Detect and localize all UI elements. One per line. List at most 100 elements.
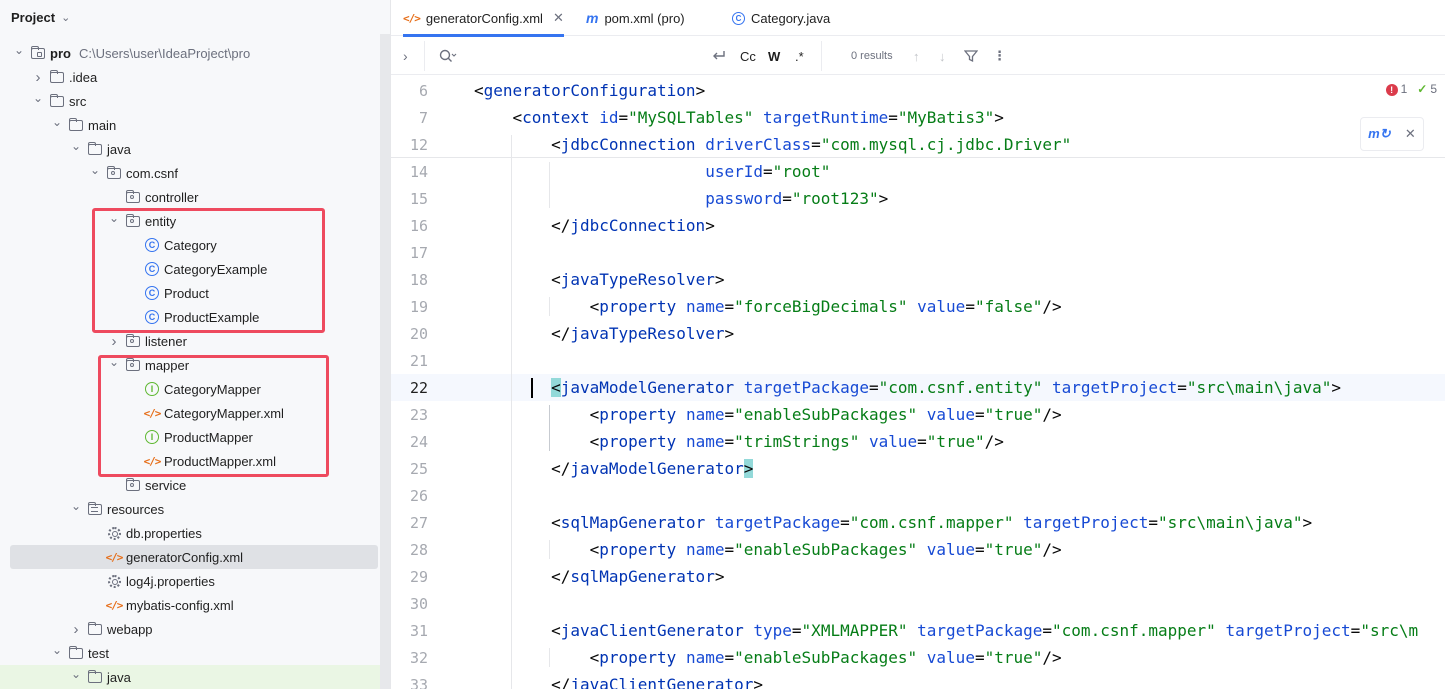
search-input[interactable] — [463, 45, 703, 67]
close-icon[interactable]: ✕ — [553, 10, 564, 26]
indent-guide — [549, 297, 551, 316]
folder-icon — [68, 117, 84, 133]
tree-item[interactable]: ⌄ main — [0, 113, 380, 137]
arrow-down-icon[interactable]: ↓ — [939, 37, 946, 75]
project-view-selector[interactable]: Project ⌄ — [0, 0, 390, 34]
editor-area: </> generatorConfig.xml ✕ m pom.xml (pro… — [391, 0, 1445, 689]
arrow-up-icon[interactable]: ↑ — [913, 37, 920, 75]
tree-item[interactable]: ⌄ com.csnf — [0, 161, 380, 185]
class-icon: C — [144, 261, 160, 277]
chevron-right-icon[interactable]: › — [107, 333, 121, 350]
chevron-down-icon[interactable]: ⌄ — [88, 164, 102, 176]
tab-pom-xml[interactable]: m pom.xml (pro) — [586, 0, 685, 36]
tree-item[interactable]: ⌄ java — [0, 665, 380, 689]
code-line[interactable]: 12 <jdbcConnection driverClass="com.mysq… — [391, 131, 1445, 158]
tree-item[interactable]: ⌄ java — [0, 137, 380, 161]
tree-item[interactable]: › webapp — [0, 617, 380, 641]
tree-item[interactable]: › listener — [0, 329, 380, 353]
more-options-icon[interactable]: ⋮ — [993, 37, 1006, 75]
package-icon — [125, 477, 141, 493]
whole-words-button[interactable]: W — [768, 37, 780, 75]
code-line[interactable]: 16 </jdbcConnection> — [391, 212, 1445, 239]
folder-icon — [68, 645, 84, 661]
code-text: <property name="forceBigDecimals" value=… — [589, 297, 1062, 316]
chevron-down-icon[interactable]: ⌄ — [69, 140, 83, 152]
interface-icon: I — [144, 429, 160, 445]
indent-guide — [549, 540, 551, 559]
chevron-down-icon[interactable]: ⌄ — [107, 212, 121, 224]
tree-item[interactable]: ›</>mybatis-config.xml — [0, 593, 380, 617]
tree-item[interactable]: ›</>generatorConfig.xml — [10, 545, 378, 569]
code-line[interactable]: 27 <sqlMapGenerator targetPackage="com.c… — [391, 509, 1445, 536]
tree-item[interactable]: ⌄ test — [0, 641, 380, 665]
package-icon — [125, 357, 141, 373]
code-line[interactable]: 7 <context id="MySQLTables" targetRuntim… — [391, 104, 1445, 131]
tree-item[interactable]: ›CProduct — [0, 281, 380, 305]
tree-item[interactable]: ⌄ mapper — [0, 353, 380, 377]
new-line-icon[interactable] — [711, 37, 727, 75]
line-number: 7 — [418, 108, 428, 127]
tree-item[interactable]: ›ICategoryMapper — [0, 377, 380, 401]
chevron-down-icon[interactable]: ⌄ — [69, 500, 83, 512]
code-line[interactable]: 17 — [391, 239, 1445, 266]
code-line[interactable]: 6 <generatorConfiguration> — [391, 77, 1445, 104]
tree-item[interactable]: ⌄ src — [0, 89, 380, 113]
chevron-down-icon[interactable]: ⌄ — [12, 44, 26, 56]
chevron-down-icon[interactable]: ⌄ — [50, 644, 64, 656]
tab-generator-config[interactable]: </> generatorConfig.xml ✕ — [403, 0, 564, 37]
chevron-down-icon[interactable]: ⌄ — [69, 668, 83, 680]
code-text: <context id="MySQLTables" targetRuntime=… — [512, 108, 1004, 127]
chevron-right-icon[interactable]: › — [69, 621, 83, 638]
code-line[interactable]: 29 </sqlMapGenerator> — [391, 563, 1445, 590]
tree-item[interactable]: › .idea — [0, 65, 380, 89]
tree-item[interactable]: ⌄ pro C:\Users\user\IdeaProject\pro — [0, 41, 380, 65]
regex-button[interactable]: .* — [795, 37, 804, 75]
tree-item[interactable]: ›CCategoryExample — [0, 257, 380, 281]
tree-item[interactable]: ›service — [0, 473, 380, 497]
tree-item[interactable]: ›controller — [0, 185, 380, 209]
tree-item[interactable]: ›CCategory — [0, 233, 380, 257]
line-number: 12 — [409, 135, 428, 154]
tree-item[interactable]: ›</>CategoryMapper.xml — [0, 401, 380, 425]
code-line[interactable]: 18 <javaTypeResolver> — [391, 266, 1445, 293]
tree-item[interactable]: ⌄ entity — [0, 209, 380, 233]
checkmark-icon: ✓ — [1417, 82, 1428, 96]
chevron-down-icon[interactable]: ⌄ — [31, 92, 45, 104]
tree-item[interactable]: ›log4j.properties — [0, 569, 380, 593]
maven-reload-icon[interactable]: m↻ — [1368, 126, 1390, 142]
tree-item[interactable]: ›IProductMapper — [0, 425, 380, 449]
code-line[interactable]: 25 </javaModelGenerator> — [391, 455, 1445, 482]
chevron-right-icon[interactable]: › — [403, 37, 408, 75]
chevron-right-icon[interactable]: › — [31, 69, 45, 86]
code-line[interactable]: 22 <javaModelGenerator targetPackage="co… — [391, 374, 1445, 401]
tree-item-label: java — [107, 669, 131, 685]
code-line[interactable]: 20 </javaTypeResolver> — [391, 320, 1445, 347]
tree-item[interactable]: ›</>ProductMapper.xml — [0, 449, 380, 473]
tree-item[interactable]: ⌄ resources — [0, 497, 380, 521]
tree-item[interactable]: ›db.properties — [0, 521, 380, 545]
tree-item-label: mybatis-config.xml — [126, 597, 234, 613]
tree-item[interactable]: ›CProductExample — [0, 305, 380, 329]
code-line[interactable]: 30 — [391, 590, 1445, 617]
chevron-down-icon[interactable]: ⌄ — [107, 356, 121, 368]
folder-icon — [87, 621, 103, 637]
package-icon — [125, 213, 141, 229]
tab-category-java[interactable]: C Category.java — [732, 0, 830, 36]
code-line[interactable]: 33 </javaClientGenerator> — [391, 671, 1445, 689]
match-case-button[interactable]: Cc — [740, 37, 756, 75]
code-text: <javaTypeResolver> — [551, 270, 725, 289]
tree-item-label: Category — [164, 237, 217, 253]
chevron-down-icon[interactable]: ⌄ — [50, 116, 64, 128]
code-line[interactable]: 26 — [391, 482, 1445, 509]
code-text: </sqlMapGenerator> — [551, 567, 725, 586]
search-icon[interactable] — [439, 37, 457, 75]
tree-item-path: C:\Users\user\IdeaProject\pro — [78, 45, 251, 61]
close-icon[interactable]: ✕ — [1405, 126, 1416, 142]
code-editor[interactable]: 6 <generatorConfiguration> 7 <context id="… — [391, 76, 1445, 689]
inspections-widget[interactable]: ! 1 ✓ 5 — [1385, 82, 1437, 96]
tree-item-label: CategoryMapper — [164, 381, 261, 397]
code-line[interactable]: 21 — [391, 347, 1445, 374]
code-line[interactable]: 31 <javaClientGenerator type="XMLMAPPER"… — [391, 617, 1445, 644]
project-scrollbar[interactable] — [380, 34, 390, 689]
filter-icon[interactable] — [964, 37, 978, 75]
